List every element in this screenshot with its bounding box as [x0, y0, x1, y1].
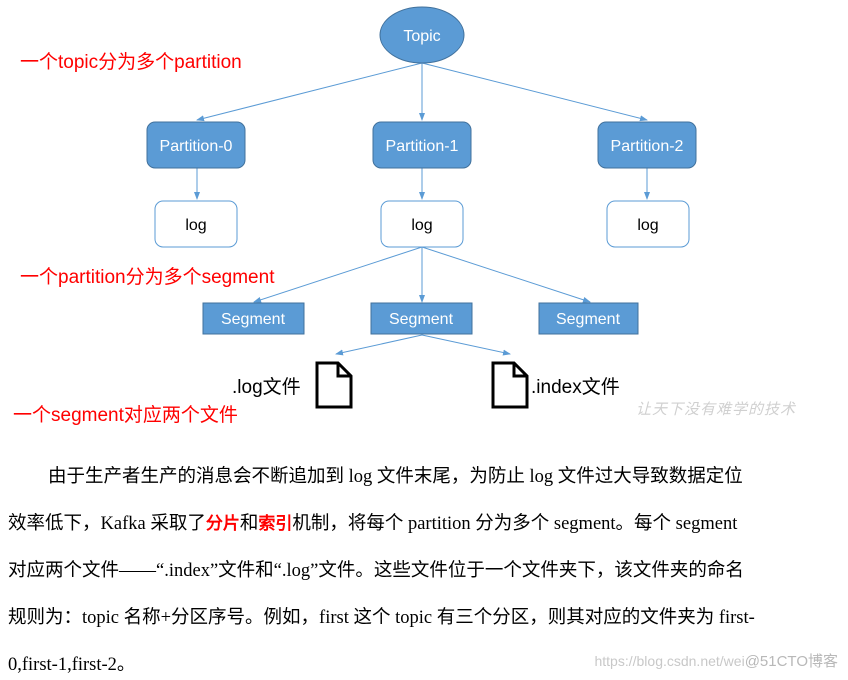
topic-node: Topic [379, 6, 465, 64]
log-label: log [411, 217, 432, 234]
arrow-segment-indexfile [421, 334, 511, 356]
annotation-partition-segment: 一个partition分为多个segment [20, 267, 275, 288]
watermark-site: @51CTO博客 [744, 653, 838, 670]
log-node: log [380, 200, 464, 248]
log-label: log [637, 217, 658, 234]
segment-label: Segment [389, 311, 454, 328]
arrow-segment-logfile [335, 334, 423, 356]
arrow-topic-partition-2 [421, 62, 648, 122]
log-label: log [185, 217, 206, 234]
index-file-icon [491, 361, 529, 409]
segment-label: Segment [221, 311, 286, 328]
arrow-log-segment-0 [253, 246, 423, 303]
index-file-label: .index文件 [531, 377, 620, 398]
segment-node: Segment [538, 302, 639, 335]
log-file-icon [315, 361, 353, 409]
segment-node: Segment [202, 302, 305, 335]
partition-label: Partition-2 [611, 138, 684, 155]
paragraph-line: 规则为：topic 名称+分区序号。例如，first 这个 topic 有三个分… [8, 608, 755, 628]
paragraph-line: 对应两个文件——“.index”文件和“.log”文件。这些文件位于一个文件夹下… [8, 561, 744, 581]
annotation-segment-files: 一个segment对应两个文件 [13, 405, 238, 426]
watermark-url: https://blog.csdn.net/wei [594, 653, 745, 669]
partition-label: Partition-0 [160, 138, 233, 155]
paragraph-line: 效率低下，Kafka 采取了分片和索引机制，将每个 partition 分为多个… [8, 509, 737, 535]
paragraph-text: 效率低下，Kafka 采取了 [8, 514, 206, 534]
partition-node: Partition-1 [372, 121, 472, 169]
log-file-label: .log文件 [232, 377, 301, 398]
partition-label: Partition-1 [386, 138, 459, 155]
paragraph-line: 0,first-1,first-2。 [8, 655, 136, 675]
paragraph-text: 和 [239, 514, 259, 534]
annotation-topic-partition: 一个topic分为多个partition [20, 52, 242, 73]
segment-node: Segment [370, 302, 473, 335]
log-node: log [154, 200, 238, 248]
partition-node: Partition-2 [597, 121, 697, 169]
diagram-watermark: 让天下没有难学的技术 [636, 400, 797, 418]
topic-label: Topic [403, 28, 440, 45]
arrow-log-segment-2 [421, 246, 591, 303]
segment-label: Segment [556, 311, 621, 328]
paragraph-text: 机制，将每个 partition 分为多个 segment。每个 segment [292, 514, 738, 534]
partition-node: Partition-0 [146, 121, 246, 169]
log-node: log [606, 200, 690, 248]
highlight-index: 索引 [258, 514, 293, 534]
highlight-sharding: 分片 [205, 514, 240, 534]
paragraph-line: 由于生产者生产的消息会不断追加到 log 文件末尾，为防止 log 文件过大导致… [48, 467, 743, 487]
footer-watermark: https://blog.csdn.net/wei@51CTO博客 [594, 650, 838, 671]
